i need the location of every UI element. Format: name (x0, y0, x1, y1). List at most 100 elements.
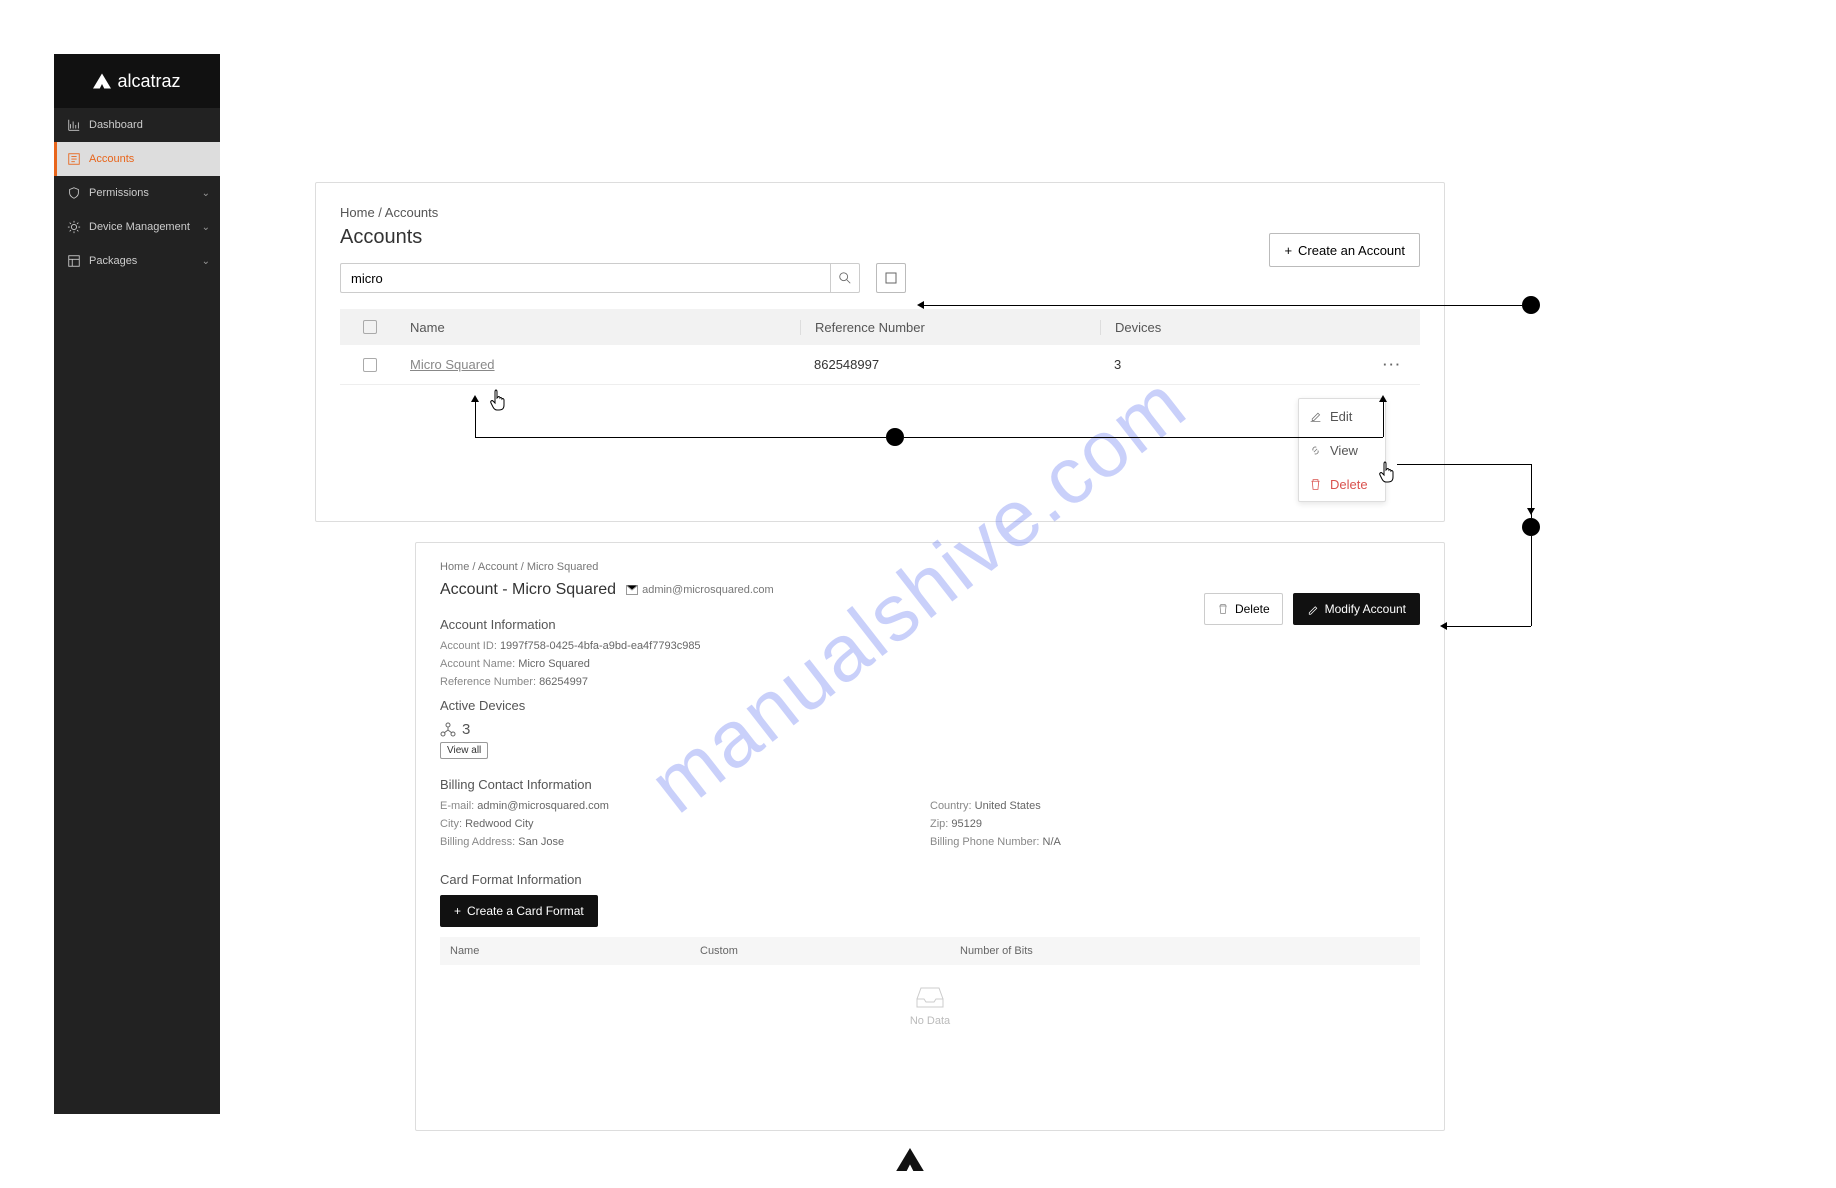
annotation-arrowhead (1379, 395, 1387, 402)
filter-button[interactable] (876, 263, 906, 293)
chevron-down-icon: ⌄ (202, 188, 210, 199)
gear-icon (67, 220, 81, 234)
plus-icon: + (454, 904, 461, 918)
sidebar-item-packages[interactable]: Packages ⌄ (54, 244, 220, 278)
active-devices-count: 3 (440, 721, 1420, 738)
sidebar-item-permissions[interactable]: Permissions ⌄ (54, 176, 220, 210)
label-zip: Zip (930, 818, 951, 830)
bc-current: Micro Squared (527, 561, 599, 573)
label-reference: Reference Number (440, 676, 539, 688)
modify-account-button[interactable]: Modify Account (1293, 593, 1420, 625)
annotation-arrow (1397, 464, 1531, 465)
cursor-icon (1378, 460, 1398, 490)
create-cf-label: Create a Card Format (467, 904, 584, 918)
account-email: admin@microsquared.com (626, 584, 774, 596)
sidebar-label-accounts: Accounts (89, 153, 134, 165)
dropdown-view-label: View (1330, 443, 1358, 458)
label-active-devices: Active Devices (440, 698, 1420, 713)
annotation-arrowhead (1527, 508, 1535, 515)
cell-devices: 3 (1100, 357, 1300, 372)
label-country: Country (930, 800, 975, 812)
account-email-text: admin@microsquared.com (642, 584, 774, 596)
breadcrumb[interactable]: Home / Accounts (340, 205, 1420, 220)
annotation-arrow (1383, 401, 1384, 437)
dropdown-edit[interactable]: Edit (1299, 399, 1385, 433)
col-reference[interactable]: Reference Number (800, 320, 1100, 335)
col-cf-name: Name (440, 945, 700, 957)
annotation-bullet (886, 428, 904, 446)
value-reference: 86254997 (539, 676, 588, 688)
annotation-arrow (1531, 536, 1532, 626)
sidebar-item-accounts[interactable]: Accounts (54, 142, 220, 176)
label-account-name: Account Name (440, 658, 518, 670)
search-input[interactable] (340, 263, 830, 293)
search-icon (838, 271, 852, 285)
card-format-header: Name Custom Number of Bits (440, 937, 1420, 965)
col-cf-bits: Number of Bits (960, 945, 1420, 957)
annotation-arrow (1447, 626, 1531, 627)
label-email: E-mail (440, 800, 477, 812)
inbox-icon (915, 985, 945, 1009)
accounts-list-panel: Home / Accounts Accounts + Create an Acc… (315, 182, 1445, 522)
delete-label: Delete (1235, 602, 1270, 616)
modify-label: Modify Account (1325, 602, 1406, 616)
label-city: City (440, 818, 465, 830)
create-account-label: Create an Account (1298, 243, 1405, 258)
chart-icon (67, 118, 81, 132)
view-all-devices-button[interactable]: View all (440, 742, 488, 759)
trash-icon (1309, 478, 1322, 491)
devices-icon (440, 722, 456, 738)
row-actions-dropdown: Edit View Delete (1298, 398, 1386, 502)
breadcrumb[interactable]: Home / Account / Micro Squared (440, 561, 1420, 573)
cursor-icon (489, 388, 509, 418)
label-account-id: Account ID (440, 640, 500, 652)
delete-account-button[interactable]: Delete (1204, 593, 1283, 625)
create-card-format-button[interactable]: + Create a Card Format (440, 895, 598, 927)
package-icon (67, 254, 81, 268)
bc-home[interactable]: Home (440, 561, 469, 573)
search-button[interactable] (830, 263, 860, 293)
no-data-text: No Data (910, 1015, 950, 1027)
col-devices[interactable]: Devices (1100, 320, 1300, 335)
dropdown-view[interactable]: View (1299, 433, 1385, 467)
sidebar-item-device-mgmt[interactable]: Device Management ⌄ (54, 210, 220, 244)
link-icon (1309, 444, 1322, 457)
trash-icon (1217, 603, 1229, 615)
sidebar-label-permissions: Permissions (89, 187, 149, 199)
page-title: Accounts (340, 226, 1420, 249)
sidebar-item-dashboard[interactable]: Dashboard (54, 108, 220, 142)
devices-count-value: 3 (462, 721, 470, 738)
bc-account[interactable]: Account (478, 561, 518, 573)
row-checkbox[interactable] (363, 358, 377, 372)
shield-icon (67, 186, 81, 200)
dropdown-delete-label: Delete (1330, 477, 1368, 492)
cell-reference: 862548997 (800, 357, 1100, 372)
value-email: admin@microsquared.com (477, 800, 609, 812)
value-account-name: Micro Squared (518, 658, 590, 670)
brand-text: alcatraz (117, 71, 180, 92)
section-billing: Billing Contact Information (440, 777, 1420, 792)
value-address: San Jose (518, 836, 564, 848)
label-phone: Billing Phone Number (930, 836, 1043, 848)
select-all-checkbox[interactable] (363, 320, 377, 334)
create-account-button[interactable]: + Create an Account (1269, 233, 1420, 267)
account-detail-panel: Home / Account / Micro Squared Account -… (415, 542, 1445, 1131)
dropdown-delete[interactable]: Delete (1299, 467, 1385, 501)
annotation-arrowhead (917, 301, 924, 309)
row-actions-menu-button[interactable]: ··· (1383, 357, 1402, 372)
col-name[interactable]: Name (400, 320, 800, 335)
account-name-link[interactable]: Micro Squared (410, 357, 495, 372)
annotation-arrow (475, 437, 886, 438)
sidebar-label-device-mgmt: Device Management (89, 221, 190, 233)
brand-icon (93, 73, 111, 89)
account-title: Account - Micro Squared (440, 581, 616, 599)
table-header-row: Name Reference Number Devices (340, 309, 1420, 345)
sidebar-label-packages: Packages (89, 255, 137, 267)
annotation-arrow (904, 437, 1383, 438)
annotation-arrow (924, 305, 1522, 306)
dropdown-edit-label: Edit (1330, 409, 1352, 424)
brand-logo: alcatraz (54, 54, 220, 108)
mail-icon (626, 585, 638, 595)
section-card-format: Card Format Information (440, 872, 1420, 887)
accounts-table: Name Reference Number Devices Micro Squa… (340, 309, 1420, 385)
